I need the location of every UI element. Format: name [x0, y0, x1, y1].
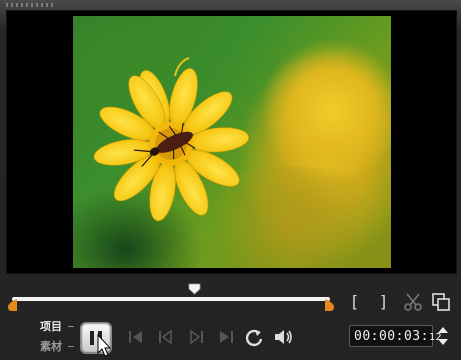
playhead-icon[interactable] — [188, 283, 201, 295]
timecode-main: 00:00:03: — [354, 329, 429, 344]
duplicate-icon[interactable] — [430, 291, 452, 313]
trim-right-icon[interactable] — [324, 299, 334, 311]
preview-video — [73, 16, 391, 268]
timecode-spinner[interactable] — [436, 323, 450, 349]
trim-left-icon[interactable] — [8, 299, 18, 311]
next-frame-icon[interactable] — [184, 326, 208, 348]
repeat-icon[interactable] — [242, 326, 266, 348]
home-icon[interactable] — [124, 326, 148, 348]
timeline-track[interactable] — [12, 297, 330, 301]
mark-out-button[interactable]: ] — [372, 291, 394, 313]
flower-image — [93, 57, 250, 222]
video-player-panel: [ ] 项目 素材 00:00:03:12 — [0, 0, 461, 360]
cursor-icon — [97, 334, 112, 357]
mark-in-button[interactable]: [ — [344, 291, 366, 313]
spinner-up-icon[interactable] — [438, 327, 448, 333]
timecode-display[interactable]: 00:00:03:12 — [349, 325, 441, 347]
mode-project-label[interactable]: 项目 — [40, 320, 62, 333]
spinner-down-icon[interactable] — [438, 339, 448, 345]
grip-icon[interactable] — [6, 3, 56, 7]
mode-clip-label[interactable]: 素材 — [40, 340, 62, 353]
scrub-timeline[interactable] — [8, 283, 334, 313]
preview-window — [6, 10, 457, 274]
volume-icon[interactable] — [272, 326, 296, 348]
mode-clip-tick — [68, 346, 74, 347]
cut-icon[interactable] — [402, 291, 424, 313]
previous-frame-icon[interactable] — [154, 326, 178, 348]
end-icon[interactable] — [214, 326, 238, 348]
mode-project-tick — [68, 326, 74, 327]
